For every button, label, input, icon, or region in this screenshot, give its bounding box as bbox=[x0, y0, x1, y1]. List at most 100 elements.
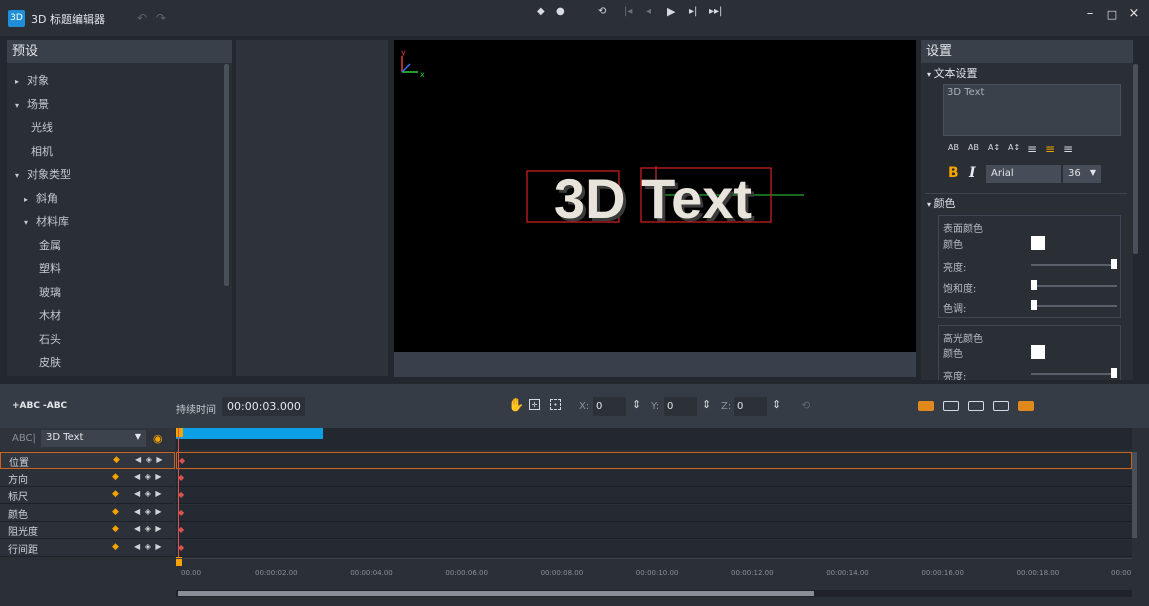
view-back-icon[interactable] bbox=[993, 401, 1009, 411]
eye-icon[interactable]: ◉ bbox=[153, 432, 163, 445]
timeline-track[interactable]: ◆ bbox=[176, 540, 1132, 557]
text-input-area[interactable]: 3D Text bbox=[943, 84, 1121, 136]
remove-text-button[interactable]: -ABC bbox=[43, 401, 67, 411]
horizontal-scrollbar-thumb[interactable] bbox=[178, 591, 814, 596]
timeline-track[interactable]: ◆ bbox=[176, 522, 1132, 540]
char-spacing-icon[interactable]: AB bbox=[948, 143, 959, 152]
view-top-icon[interactable] bbox=[943, 401, 959, 411]
go-end-icon[interactable]: ▸▸| bbox=[709, 6, 722, 17]
saturation-slider[interactable] bbox=[1031, 280, 1117, 290]
track-row[interactable]: 标尺 ◆ ◀ ◈ ▶ bbox=[0, 487, 175, 505]
italic-button[interactable]: I bbox=[969, 165, 976, 181]
keyframe-nav-icon[interactable]: ◀ ◈ ▶ bbox=[134, 524, 163, 533]
keyframe-nav-icon[interactable]: ◀ ◈ ▶ bbox=[134, 472, 163, 481]
font-size-select[interactable]: 36 ▼ bbox=[1061, 165, 1101, 183]
keyframe-diamond-icon[interactable]: ◆ bbox=[112, 542, 119, 552]
slider-thumb[interactable] bbox=[1031, 280, 1037, 290]
keyframe-diamond-icon[interactable]: ◆ bbox=[112, 524, 119, 534]
keyframe-icon[interactable]: ◆ bbox=[537, 6, 545, 17]
timeline-track[interactable]: ◆ bbox=[176, 469, 1132, 487]
keyframe-diamond-icon[interactable]: ◆ bbox=[112, 472, 119, 482]
move-tool-icon[interactable]: ✛ bbox=[529, 399, 540, 410]
track-row[interactable]: 位置 ◆ ◀ ◈ ▶ bbox=[0, 452, 175, 469]
preset-tree-item[interactable]: 皮肤 bbox=[39, 351, 61, 374]
preset-tree-item[interactable]: 塑料 bbox=[39, 257, 61, 280]
hand-tool-icon[interactable]: ✋ bbox=[508, 398, 524, 413]
record-icon[interactable]: ● bbox=[556, 6, 565, 17]
view-side-icon[interactable] bbox=[968, 401, 984, 411]
x-stepper-icon[interactable]: ⇕ bbox=[632, 398, 641, 411]
preset-tree-item[interactable]: ▾ 材料库 bbox=[24, 210, 69, 233]
track-row[interactable]: 阻光度 ◆ ◀ ◈ ▶ bbox=[0, 522, 175, 540]
add-text-button[interactable]: +ABC bbox=[12, 401, 40, 411]
preset-tree-item[interactable]: 金属 bbox=[39, 234, 61, 257]
keyframe-marker-icon[interactable]: ◆ bbox=[179, 456, 185, 465]
char-spacing-decrease-icon[interactable]: AB bbox=[968, 143, 979, 152]
clip-bar[interactable] bbox=[176, 428, 323, 439]
y-stepper-icon[interactable]: ⇕ bbox=[702, 398, 711, 411]
preset-tree-item[interactable]: ▾ 场景 bbox=[15, 93, 49, 116]
highlight-brightness-slider[interactable] bbox=[1031, 368, 1117, 378]
minimize-icon[interactable]: – bbox=[1082, 6, 1098, 21]
loop-icon[interactable]: ⟲ bbox=[598, 6, 606, 17]
object-select[interactable]: 3D Text ▼ bbox=[41, 430, 146, 447]
rotate-tool-icon[interactable]: • bbox=[550, 399, 561, 410]
undo-icon[interactable]: ↶ bbox=[137, 11, 147, 25]
highlight-color-swatch[interactable] bbox=[1031, 345, 1045, 359]
go-start-icon[interactable]: |◂ bbox=[624, 6, 632, 17]
preset-tree-item[interactable]: 相机 bbox=[31, 140, 53, 163]
timeline-track[interactable]: ◆ bbox=[176, 504, 1132, 522]
3d-text-object[interactable]: 3D Text bbox=[554, 167, 752, 230]
view-perspective-icon[interactable] bbox=[1018, 401, 1034, 411]
text-settings-section[interactable]: ▾ 文本设置 bbox=[927, 65, 978, 81]
line-spacing-decrease-icon[interactable]: A↕ bbox=[1008, 143, 1020, 152]
keyframe-diamond-icon[interactable]: ◆ bbox=[113, 455, 120, 465]
brightness-slider[interactable] bbox=[1031, 259, 1117, 269]
maximize-icon[interactable]: □ bbox=[1104, 8, 1120, 21]
redo-icon[interactable]: ↷ bbox=[156, 11, 166, 25]
timeline-track[interactable]: ◆ bbox=[176, 487, 1132, 505]
surface-color-swatch[interactable] bbox=[1031, 236, 1045, 250]
align-center-icon[interactable]: ≡ bbox=[1045, 142, 1055, 156]
align-left-icon[interactable]: ≡ bbox=[1027, 142, 1037, 156]
slider-thumb[interactable] bbox=[1031, 300, 1037, 310]
keyframe-nav-icon[interactable]: ◀ ◈ ▶ bbox=[134, 489, 163, 498]
hue-slider[interactable] bbox=[1031, 300, 1117, 310]
track-row[interactable]: 颜色 ◆ ◀ ◈ ▶ bbox=[0, 504, 175, 522]
preset-tree-item[interactable]: 石头 bbox=[39, 328, 61, 351]
horizontal-scrollbar-track[interactable] bbox=[176, 590, 1132, 597]
timeline-track[interactable]: ◆ bbox=[176, 452, 1132, 469]
view-front-icon[interactable] bbox=[918, 401, 934, 411]
track-row[interactable]: 行间距 ◆ ◀ ◈ ▶ bbox=[0, 540, 175, 557]
x-input[interactable]: 0 bbox=[593, 397, 626, 416]
preset-tree-item[interactable]: 玻璃 bbox=[39, 281, 61, 304]
next-frame-icon[interactable]: ▸| bbox=[689, 6, 697, 17]
z-stepper-icon[interactable]: ⇕ bbox=[772, 398, 781, 411]
preset-tree-item[interactable]: ▸ 斜角 bbox=[24, 187, 58, 210]
preset-tree-item[interactable]: 光线 bbox=[31, 116, 53, 139]
settings-scrollbar[interactable] bbox=[1133, 64, 1138, 254]
reset-icon[interactable]: ⟲ bbox=[801, 399, 810, 412]
align-right-icon[interactable]: ≡ bbox=[1063, 142, 1073, 156]
preview-viewport[interactable]: y x 3D Text 3D Text bbox=[394, 40, 916, 352]
track-row[interactable]: 方向 ◆ ◀ ◈ ▶ bbox=[0, 469, 175, 487]
timeline-scrollbar[interactable] bbox=[1132, 452, 1137, 538]
preset-scrollbar[interactable] bbox=[224, 64, 229, 286]
preset-tree-item[interactable]: 木材 bbox=[39, 304, 61, 327]
line-spacing-icon[interactable]: A↕ bbox=[988, 143, 1000, 152]
close-icon[interactable]: × bbox=[1126, 6, 1142, 21]
keyframe-diamond-icon[interactable]: ◆ bbox=[112, 507, 119, 517]
prev-frame-icon[interactable]: ◂ bbox=[646, 6, 651, 17]
keyframe-nav-icon[interactable]: ◀ ◈ ▶ bbox=[135, 455, 164, 464]
color-section[interactable]: ▾ 颜色 bbox=[927, 195, 956, 211]
keyframe-nav-icon[interactable]: ◀ ◈ ▶ bbox=[134, 507, 163, 516]
keyframe-nav-icon[interactable]: ◀ ◈ ▶ bbox=[134, 542, 163, 551]
y-input[interactable]: 0 bbox=[664, 397, 697, 416]
keyframe-diamond-icon[interactable]: ◆ bbox=[112, 489, 119, 499]
slider-thumb[interactable] bbox=[1111, 368, 1117, 378]
play-icon[interactable]: ▶ bbox=[667, 5, 675, 18]
duration-input[interactable]: 00:00:03.000 bbox=[222, 397, 305, 416]
slider-thumb[interactable] bbox=[1111, 259, 1117, 269]
z-input[interactable]: 0 bbox=[734, 397, 767, 416]
preset-tree-item[interactable]: ▾ 对象类型 bbox=[15, 163, 71, 186]
